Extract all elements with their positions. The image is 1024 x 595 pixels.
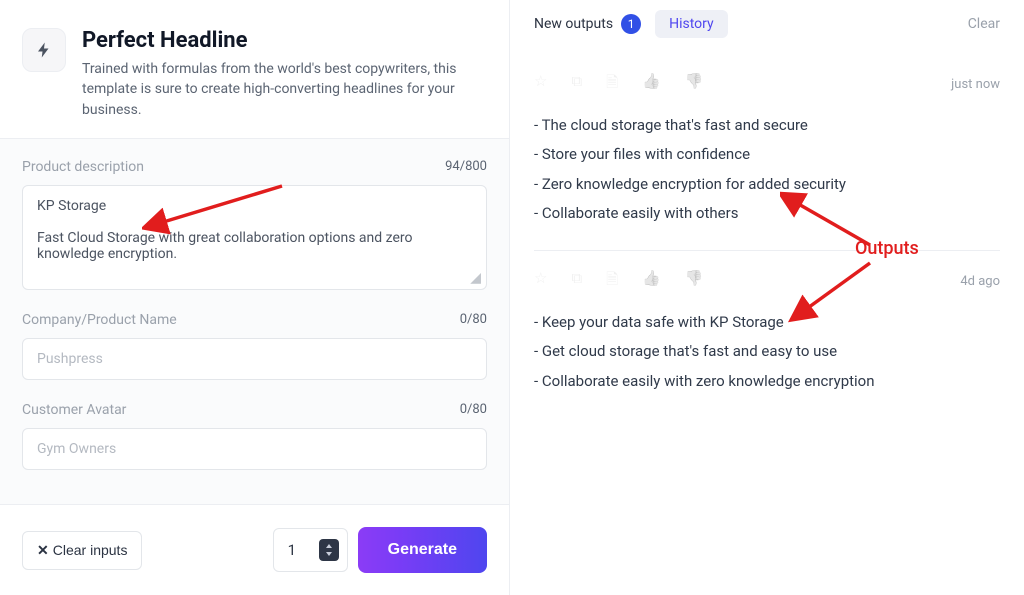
- annotation-label: Outputs: [855, 238, 919, 259]
- quantity-stepper[interactable]: 1: [273, 528, 348, 572]
- thumbs-down-icon[interactable]: 👎: [685, 269, 704, 294]
- thumbs-down-icon[interactable]: 👎: [685, 72, 704, 97]
- output-timestamp: just now: [951, 77, 1000, 92]
- company-name-count: 0/80: [460, 312, 487, 327]
- output-text: The cloud storage that's fast and secure…: [534, 111, 1000, 228]
- tab-history[interactable]: History: [655, 10, 728, 38]
- clear-outputs-link[interactable]: Clear: [968, 16, 1000, 32]
- product-description-input[interactable]: [22, 185, 487, 290]
- template-header: Perfect Headline Trained with formulas f…: [0, 0, 509, 138]
- output-timestamp: 4d ago: [960, 274, 1000, 289]
- star-icon[interactable]: ☆: [534, 269, 547, 294]
- company-name-input[interactable]: [22, 338, 487, 380]
- copy-icon[interactable]: ⧉: [571, 269, 582, 294]
- output-text: Keep your data safe with KP StorageGet c…: [534, 308, 1000, 396]
- product-description-count: 94/800: [445, 159, 487, 174]
- thumbs-up-icon[interactable]: 👍: [642, 269, 661, 294]
- output-card: ☆ ⧉ 🗎 👍 👎 4d ago Keep your data safe with KP S…: [534, 251, 1000, 418]
- document-icon[interactable]: 🗎: [606, 269, 618, 294]
- document-icon[interactable]: 🗎: [606, 72, 618, 97]
- new-count-badge: 1: [621, 14, 641, 34]
- customer-avatar-count: 0/80: [460, 402, 487, 417]
- tab-new-outputs[interactable]: New outputs 1: [534, 14, 641, 34]
- copy-icon[interactable]: ⧉: [571, 72, 582, 97]
- close-icon: ✕: [37, 542, 49, 559]
- page-subtitle: Trained with formulas from the world's b…: [82, 59, 487, 120]
- company-name-label: Company/Product Name: [22, 312, 177, 328]
- output-card: ☆ ⧉ 🗎 👍 👎 just now The cloud storage that's fa…: [534, 54, 1000, 251]
- bolt-icon: [22, 28, 66, 72]
- outputs-list: ☆ ⧉ 🗎 👍 👎 just now The cloud storage that's fa…: [510, 46, 1024, 595]
- page-title: Perfect Headline: [82, 28, 487, 53]
- stepper-icon: [319, 539, 339, 561]
- customer-avatar-label: Customer Avatar: [22, 402, 126, 418]
- generate-button[interactable]: Generate: [358, 527, 487, 573]
- customer-avatar-input[interactable]: [22, 428, 487, 470]
- star-icon[interactable]: ☆: [534, 72, 547, 97]
- product-description-label: Product description: [22, 159, 144, 175]
- thumbs-up-icon[interactable]: 👍: [642, 72, 661, 97]
- clear-inputs-button[interactable]: ✕ Clear inputs: [22, 531, 142, 570]
